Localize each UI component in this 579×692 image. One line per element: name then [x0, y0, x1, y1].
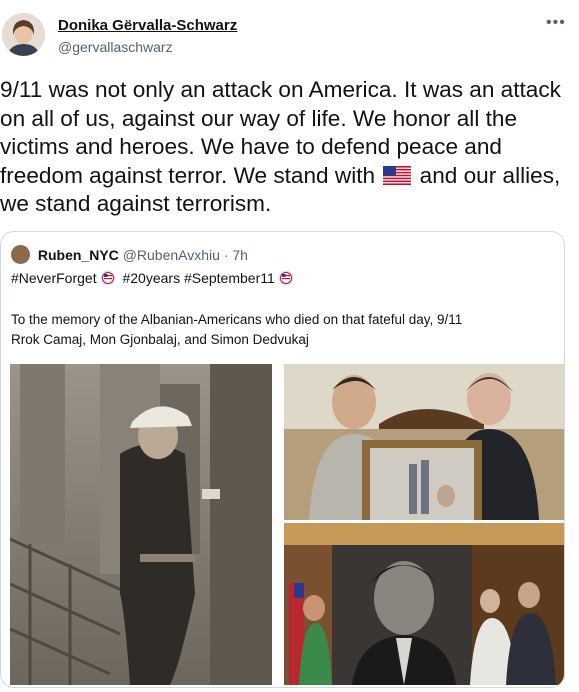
- author-avatar[interactable]: [2, 13, 45, 56]
- quoted-tweet[interactable]: Ruben_NYC @RubenAvxhiu · 7h #NeverForget…: [0, 231, 565, 688]
- quoted-avatar[interactable]: [11, 245, 30, 264]
- hashtag-september11[interactable]: #September11: [184, 270, 275, 286]
- quoted-author-name[interactable]: Ruben_NYC: [38, 247, 119, 263]
- photo-brothers-with-portrait[interactable]: [284, 364, 564, 520]
- quoted-tweet-header: Ruben_NYC @RubenAvxhiu · 7h: [11, 245, 248, 265]
- hashtag-20years[interactable]: #20years: [122, 270, 180, 286]
- quoted-time[interactable]: 7h: [232, 247, 248, 263]
- quoted-body: To the memory of the Albanian-Americans …: [11, 310, 462, 350]
- more-options-icon[interactable]: •••: [546, 14, 566, 32]
- tweet-text: 9/11 was not only an attack on America. …: [0, 76, 572, 219]
- quoted-body-line2: Rrok Camaj, Mon Gjonbalaj, and Simon Ded…: [11, 332, 309, 347]
- photo-firefighter-rooftop[interactable]: [10, 364, 272, 685]
- author-handle[interactable]: @gervallaschwarz: [58, 39, 173, 55]
- us-flag-icon: [383, 165, 412, 185]
- us-flag-circle-icon: [100, 270, 116, 286]
- author-name[interactable]: Donika Gërvalla-Schwarz: [58, 17, 237, 34]
- quoted-separator: ·: [223, 247, 229, 263]
- photo-painted-portrait-presentation[interactable]: [284, 523, 564, 685]
- quoted-body-line1: To the memory of the Albanian-Americans …: [11, 312, 463, 327]
- us-flag-circle-icon: [278, 270, 294, 286]
- hashtag-neverforget[interactable]: #NeverForget: [11, 270, 97, 286]
- quoted-author-handle[interactable]: @RubenAvxhiu: [123, 247, 220, 263]
- quoted-hashtags: #NeverForget #20years #September11: [11, 270, 297, 286]
